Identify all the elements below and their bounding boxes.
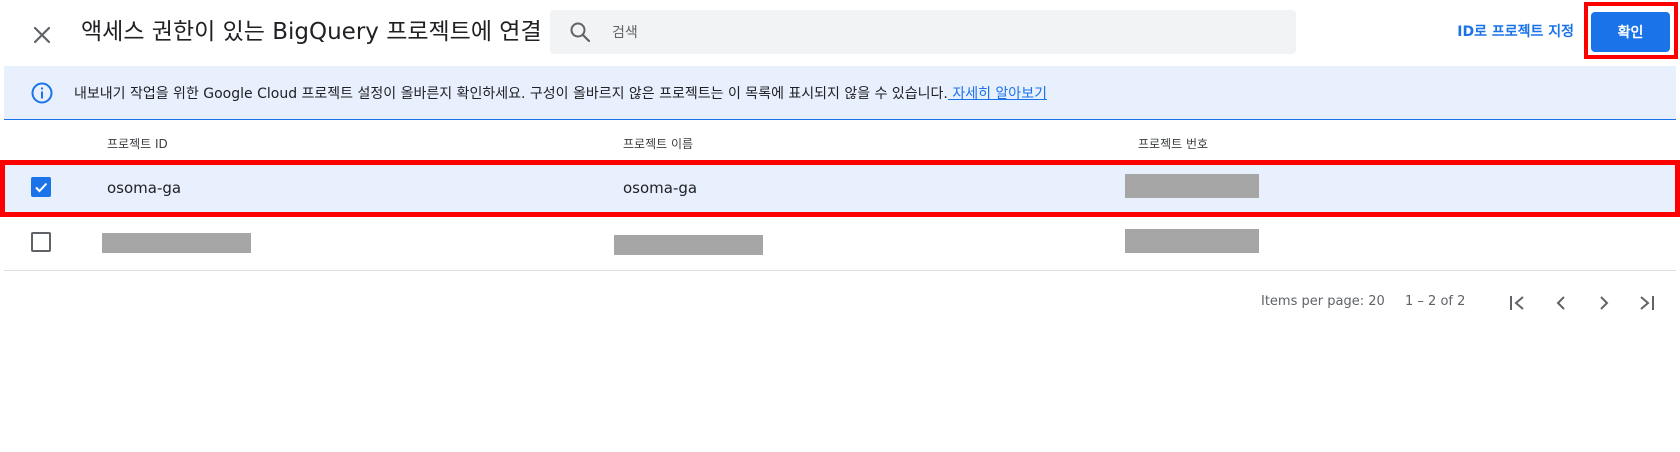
project-name-cell: osoma-ga bbox=[623, 179, 698, 197]
dialog-title: 액세스 권한이 있는 BigQuery 프로젝트에 연결 bbox=[81, 19, 542, 45]
banner-message: 내보내기 작업을 위한 Google Cloud 프로젝트 설정이 올바른지 확… bbox=[74, 86, 948, 102]
chevron-left-icon[interactable] bbox=[1548, 290, 1574, 316]
learn-more-link[interactable]: 자세히 알아보기 bbox=[948, 86, 1047, 102]
column-header-project-name[interactable]: 프로젝트 이름 bbox=[623, 135, 693, 152]
row-checkbox[interactable] bbox=[31, 177, 51, 197]
search-input[interactable] bbox=[610, 10, 1284, 56]
project-id-cell: osoma-ga bbox=[107, 179, 182, 197]
items-per-page-select[interactable]: Items per page: 20 bbox=[1261, 294, 1385, 309]
redacted-project-name bbox=[614, 235, 763, 255]
last-page-icon[interactable] bbox=[1634, 290, 1660, 316]
redacted-project-id bbox=[102, 233, 251, 253]
confirm-button[interactable]: 확인 bbox=[1591, 12, 1670, 52]
table-header: 프로젝트 ID 프로젝트 이름 프로젝트 번호 bbox=[4, 121, 1676, 161]
redacted-project-number bbox=[1125, 229, 1259, 253]
dialog-header: 액세스 권한이 있는 BigQuery 프로젝트에 연결 ID로 프로젝트 지정… bbox=[0, 0, 1680, 66]
close-button[interactable] bbox=[26, 19, 58, 51]
paginator: Items per page: 20 1 – 2 of 2 bbox=[0, 288, 1680, 318]
table-row[interactable]: osoma-ga osoma-ga bbox=[4, 161, 1676, 216]
banner-text: 내보내기 작업을 위한 Google Cloud 프로젝트 설정이 올바른지 확… bbox=[74, 83, 1047, 103]
page-range-label: 1 – 2 of 2 bbox=[1405, 294, 1466, 309]
redacted-project-number bbox=[1125, 174, 1259, 198]
specify-project-by-id-link[interactable]: ID로 프로젝트 지정 bbox=[1457, 21, 1574, 41]
table-row[interactable] bbox=[4, 216, 1676, 271]
row-checkbox[interactable] bbox=[31, 232, 51, 252]
search-box[interactable] bbox=[550, 10, 1296, 56]
column-header-project-number[interactable]: 프로젝트 번호 bbox=[1138, 135, 1208, 152]
chevron-right-icon[interactable] bbox=[1591, 290, 1617, 316]
info-banner: 내보내기 작업을 위한 Google Cloud 프로젝트 설정이 올바른지 확… bbox=[4, 66, 1676, 120]
close-icon[interactable] bbox=[26, 19, 58, 51]
column-header-project-id[interactable]: 프로젝트 ID bbox=[107, 135, 168, 152]
search-icon bbox=[570, 22, 591, 43]
first-page-icon[interactable] bbox=[1504, 290, 1530, 316]
project-table: 프로젝트 ID 프로젝트 이름 프로젝트 번호 osoma-ga osoma-g… bbox=[4, 121, 1676, 271]
checkmark-icon bbox=[35, 182, 48, 193]
info-icon bbox=[31, 82, 53, 104]
